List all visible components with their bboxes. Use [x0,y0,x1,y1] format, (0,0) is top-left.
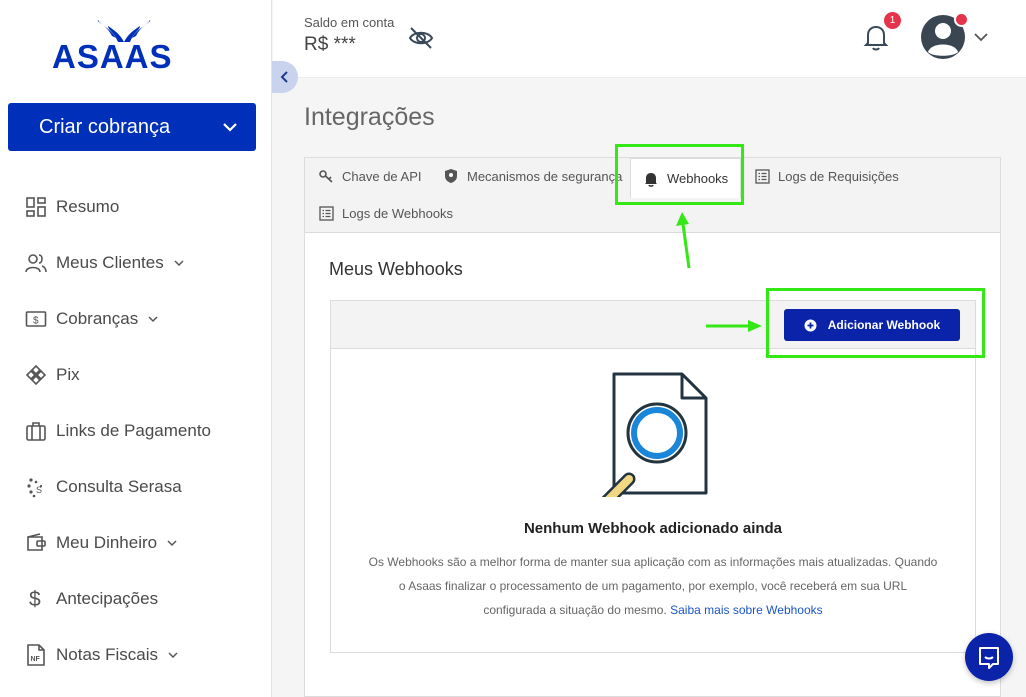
dollar-icon: $ [24,587,48,611]
sidebar-item-consulta-serasa[interactable]: S Consulta Serasa [0,459,272,515]
sidebar: ASAAS Criar cobrança Resumo Meus Cliente… [0,0,272,697]
empty-state-line-2: o Asaas finalizar o processamento de um … [398,579,908,593]
serasa-dots-icon: S [24,475,48,499]
notification-badge: 1 [884,12,901,29]
bell-icon[interactable] [863,22,889,52]
sidebar-item-label: Consulta Serasa [56,477,182,496]
key-icon [318,168,334,184]
tab-label: Logs de Requisições [778,168,899,184]
page-title: Integrações [304,103,435,131]
users-icon [24,251,48,275]
create-charge-label: Criar cobrança [39,115,171,138]
sidebar-item-meus-clientes[interactable]: Meus Clientes [0,235,272,291]
empty-state-line-1: Os Webhooks são a melhor forma de manter… [368,555,938,569]
tab-logs-de-requisicoes[interactable]: Logs de Requisições [754,168,899,184]
top-bar: Saldo em conta R$ *** 1 [273,0,1026,78]
chevron-down-icon[interactable] [165,536,179,550]
chat-support-button[interactable] [965,633,1013,681]
svg-text:$: $ [33,316,39,327]
create-charge-button[interactable]: Criar cobrança [8,103,256,151]
sidebar-item-label: Resumo [56,197,120,216]
sidebar-item-pix[interactable]: Pix [0,347,272,403]
chevron-down-icon[interactable] [172,256,186,270]
sidebar-item-label: Pix [56,365,80,384]
pix-icon [24,363,48,387]
sidebar-item-label: Meu Dinheiro [56,533,158,552]
dashboard-grid-icon [24,195,48,219]
sidebar-item-meu-dinheiro[interactable]: Meu Dinheiro [0,515,272,571]
document-search-illustration [601,372,708,497]
list-icon [318,205,334,221]
empty-state-line-3: configurada a situação do mesmo. Saiba m… [349,598,957,622]
integrations-card: Chave de API Mecanismos de segurança Web… [304,157,1001,697]
avatar-status-dot [954,12,969,27]
empty-state-title: Nenhum Webhook adicionado ainda [523,520,783,537]
balance-value: R$ *** [304,34,356,55]
section-title: Meus Webhooks [329,259,463,279]
svg-text:$: $ [29,588,41,611]
sidebar-item-resumo[interactable]: Resumo [0,179,272,235]
annotation-arrow-right [706,320,762,332]
svg-text:S: S [36,485,42,495]
asaas-logo[interactable]: ASAAS [52,20,212,74]
sidebar-item-label: Meus Clientes [56,253,164,272]
chevron-down-icon[interactable] [146,312,160,326]
briefcase-icon [24,419,48,443]
invoice-nf-icon: NF [24,643,48,667]
sidebar-nav: Resumo Meus Clientes $ Cobranças Pix Lin… [0,179,272,683]
sidebar-item-antecipacoes[interactable]: $ Antecipações [0,571,272,627]
chat-icon [979,647,999,669]
sidebar-item-label: Notas Fiscais [56,645,159,664]
chevron-down-icon[interactable] [166,648,180,662]
tab-label: Logs de Webhooks [342,205,454,221]
chevron-down-icon[interactable] [972,28,990,46]
wallet-icon [24,531,48,555]
banknote-icon: $ [24,307,48,331]
empty-state-description: Os Webhooks são a melhor forma de manter… [349,550,957,622]
svg-text:ASAAS: ASAAS [52,38,173,74]
tab-label: Chave de API [342,168,422,184]
sidebar-item-links-de-pagamento[interactable]: Links de Pagamento [0,403,272,459]
sidebar-item-label: Links de Pagamento [56,421,211,440]
collapse-sidebar-button[interactable] [272,61,298,93]
chevron-down-icon[interactable] [218,115,242,139]
balance-label: Saldo em conta [304,15,395,30]
highlight-box-webhooks-tab [615,144,744,205]
svg-text:NF: NF [31,656,41,663]
sidebar-item-label: Antecipações [56,589,159,608]
eye-off-icon[interactable] [407,24,435,52]
list-icon [754,168,770,184]
sidebar-item-label: Cobranças [56,309,139,328]
sidebar-item-cobrancas[interactable]: $ Cobranças [0,291,272,347]
highlight-box-add-button [766,288,985,358]
chevron-left-icon [280,71,288,83]
tab-chave-de-api[interactable]: Chave de API [318,168,422,184]
tab-mecanismos-de-seguranca[interactable]: Mecanismos de segurança [443,168,622,184]
annotation-arrow-up [676,212,691,269]
tab-label: Mecanismos de segurança [467,168,623,184]
learn-more-link[interactable]: Saiba mais sobre Webhooks [670,603,823,617]
sidebar-item-notas-fiscais[interactable]: NF Notas Fiscais [0,627,272,683]
shield-icon [443,168,459,184]
empty-state-line-3-text: configurada a situação do mesmo. [483,603,667,617]
tab-logs-de-webhooks[interactable]: Logs de Webhooks [318,205,453,221]
